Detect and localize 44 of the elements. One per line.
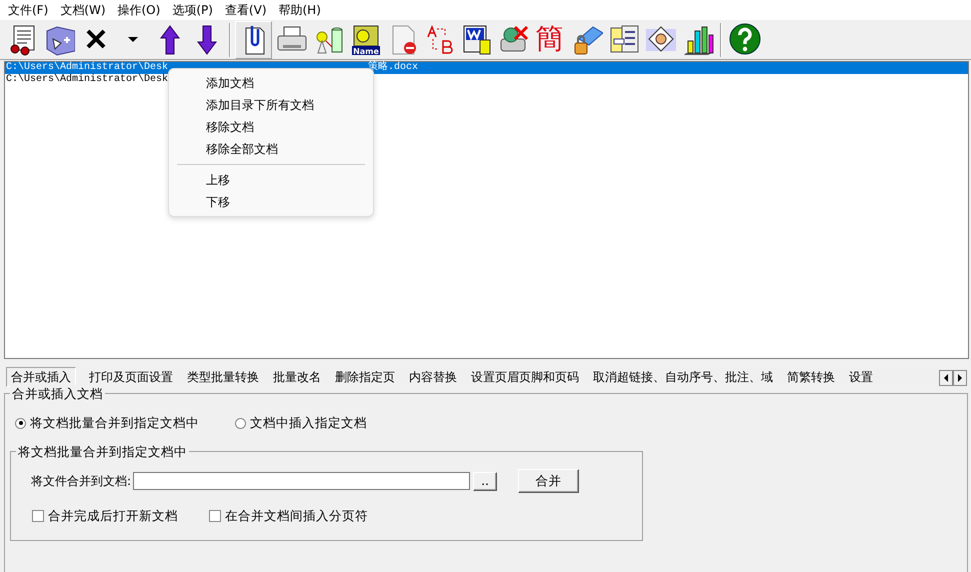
tab[interactable]: 类型批量转换 — [180, 368, 266, 386]
checkbox[interactable] — [209, 510, 221, 522]
merge-button[interactable]: 合并 — [518, 469, 580, 493]
tab[interactable]: 取消超链接、自动序号、批注、域 — [586, 368, 780, 386]
checkbox-label: 合并完成后打开新文档 — [48, 507, 178, 525]
menu-item[interactable]: 移除文档 — [169, 116, 373, 138]
field-label: 将文件合并到文档: — [31, 473, 132, 490]
file-path: C:\Users\Administrator\Desk — [6, 62, 168, 74]
simplified-chinese-button[interactable]: 簡 — [531, 20, 568, 58]
radio-label: 文档中插入指定文档 — [250, 414, 367, 432]
scroll-right-button[interactable] — [953, 370, 967, 386]
tab[interactable]: 设置页眉页脚和页码 — [464, 368, 586, 386]
tab[interactable]: 删除指定页 — [328, 368, 402, 386]
menu-item[interactable]: 查看(V) — [218, 0, 272, 20]
scroll-left-button[interactable] — [939, 370, 953, 386]
checkbox[interactable] — [32, 510, 44, 522]
menu-item[interactable]: 选项(P) — [166, 0, 219, 20]
paperclip-document-button[interactable] — [235, 20, 272, 58]
menu-item[interactable]: 操作(O) — [112, 0, 166, 20]
tab[interactable]: 批量改名 — [266, 368, 328, 386]
file-row[interactable]: C:\Users\Administrator\Desk — [5, 74, 168, 86]
left-arrow-icon — [944, 374, 948, 382]
radio-button[interactable] — [235, 418, 246, 429]
help-icon — [728, 22, 760, 56]
menu-item[interactable]: 帮助(H) — [272, 0, 327, 20]
menu-item[interactable]: 添加文档 — [169, 72, 373, 94]
checkbox-label: 在合并文档间插入分页符 — [225, 507, 368, 525]
menu-item[interactable]: 文件(F) — [2, 0, 54, 20]
tab[interactable]: 打印及页面设置 — [82, 368, 180, 386]
radio-button[interactable] — [15, 418, 26, 429]
radio-label: 将文档批量合并到指定文档中 — [30, 414, 199, 432]
tab[interactable]: 合并或插入 — [6, 367, 76, 387]
menu-item[interactable]: 上移 — [169, 169, 373, 191]
tab[interactable]: 设置 — [842, 368, 880, 386]
right-arrow-icon — [958, 374, 962, 382]
tab[interactable]: 内容替换 — [402, 368, 464, 386]
menu-item[interactable]: 移除全部文档 — [169, 138, 373, 160]
tab[interactable]: 简繁转换 — [780, 368, 842, 386]
menu-item[interactable]: 下移 — [169, 191, 373, 213]
caret-icon — [128, 37, 138, 42]
browse-button[interactable]: .. — [473, 472, 498, 490]
menu-item[interactable]: 添加目录下所有文档 — [169, 94, 373, 116]
menu-item[interactable]: 文档(W) — [54, 0, 112, 20]
file-path-field[interactable] — [133, 472, 470, 490]
